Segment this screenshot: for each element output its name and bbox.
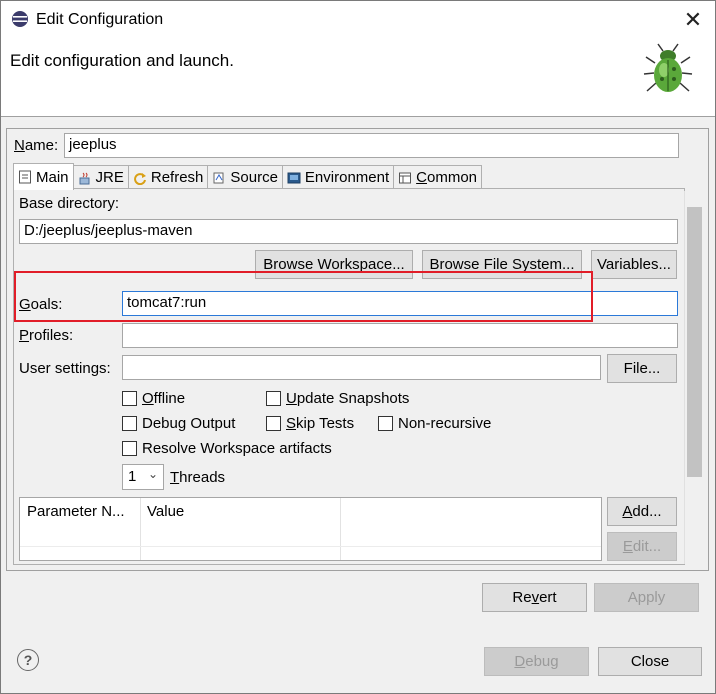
main-tab-icon xyxy=(19,170,31,184)
edit-button[interactable]: Edit... xyxy=(607,532,677,561)
revert-button[interactable]: Revert xyxy=(482,583,587,612)
title-bar: Edit Configuration ✕ xyxy=(1,1,715,39)
source-tab-icon xyxy=(213,172,224,183)
offline-label: Offline xyxy=(142,390,186,407)
debug-button[interactable]: Debug xyxy=(484,647,589,676)
debug-bug-icon xyxy=(643,43,693,92)
close-icon: ✕ xyxy=(683,7,703,32)
base-directory-label: Base directory: xyxy=(19,195,120,212)
value-column: Value xyxy=(141,498,341,560)
tab-main-label: Main xyxy=(36,168,69,186)
user-settings-label: User settings: xyxy=(19,360,111,377)
name-field[interactable]: jeeplus xyxy=(64,133,679,158)
parameter-name-column: Parameter N... xyxy=(20,498,141,560)
tab-source-label: Source xyxy=(230,169,278,186)
profiles-field[interactable] xyxy=(122,323,678,348)
skip-tests-label: Skip Tests xyxy=(286,415,355,432)
name-label: Name: xyxy=(14,137,59,154)
user-settings-field[interactable] xyxy=(122,355,601,380)
debug-output-label: Debug Output xyxy=(142,415,236,432)
threads-select[interactable]: 1 ⌄ xyxy=(122,464,164,490)
tab-common[interactable]: Common xyxy=(393,165,483,189)
tab-common-label: Common xyxy=(416,169,478,186)
resolve-workspace-label: Resolve Workspace artifacts xyxy=(142,440,332,457)
common-tab-icon xyxy=(399,172,412,183)
close-button[interactable]: Close xyxy=(598,647,702,676)
scrollbar-thumb[interactable] xyxy=(687,207,702,477)
tab-refresh-label: Refresh xyxy=(150,169,204,186)
tab-environment[interactable]: Environment xyxy=(281,165,395,189)
tab-main[interactable]: Main xyxy=(13,163,74,190)
value-header[interactable]: Value xyxy=(147,503,184,520)
table-row-divider xyxy=(20,546,601,547)
vertical-scrollbar[interactable] xyxy=(684,191,703,564)
non-recursive-label: Non-recursive xyxy=(398,415,492,432)
apply-button[interactable]: Apply xyxy=(594,583,699,612)
tab-strip: Main JRE Refresh Source Environment Comm… xyxy=(13,163,483,190)
profiles-label: Profiles: xyxy=(19,327,74,344)
goals-highlight-box xyxy=(14,271,593,322)
header-banner: Edit configuration and launch. xyxy=(1,39,715,117)
tab-jre-label: JRE xyxy=(95,169,124,186)
non-recursive-checkbox[interactable]: Non-recursive xyxy=(378,415,491,432)
edit-configuration-dialog: Edit Configuration ✕ Edit configuration … xyxy=(0,0,716,694)
threads-label: Threads xyxy=(170,469,226,486)
close-window-button[interactable]: ✕ xyxy=(671,1,715,39)
revert-button-label: Revert xyxy=(512,589,557,606)
debug-output-checkbox-box[interactable] xyxy=(122,416,137,431)
tab-jre[interactable]: JRE xyxy=(72,165,129,189)
banner-message: Edit configuration and launch. xyxy=(10,51,234,70)
help-icon[interactable]: ? xyxy=(17,649,39,671)
update-snapshots-checkbox-box[interactable] xyxy=(266,391,281,406)
debug-button-label: Debug xyxy=(514,653,559,670)
debug-output-checkbox[interactable]: Debug Output xyxy=(122,415,235,432)
tab-source[interactable]: Source xyxy=(207,165,283,189)
offline-checkbox[interactable]: Offline xyxy=(122,390,185,407)
resolve-workspace-checkbox-box[interactable] xyxy=(122,441,137,456)
environment-tab-icon xyxy=(287,172,301,183)
edit-button-label: Edit... xyxy=(622,538,662,555)
window-title: Edit Configuration xyxy=(36,11,164,28)
non-recursive-checkbox-box[interactable] xyxy=(378,416,393,431)
file-button[interactable]: File... xyxy=(607,354,677,383)
add-button[interactable]: Add... xyxy=(607,497,677,526)
skip-tests-checkbox[interactable]: Skip Tests xyxy=(266,415,354,432)
base-directory-field[interactable]: D:/jeeplus/jeeplus-maven xyxy=(19,219,678,244)
refresh-tab-icon xyxy=(133,172,146,185)
offline-checkbox-box[interactable] xyxy=(122,391,137,406)
resolve-workspace-checkbox[interactable]: Resolve Workspace artifacts xyxy=(122,440,332,457)
update-snapshots-label: Update Snapshots xyxy=(286,390,410,407)
eclipse-app-icon xyxy=(12,11,28,27)
threads-select-value: 1 xyxy=(128,468,137,485)
tab-refresh[interactable]: Refresh xyxy=(127,165,209,189)
variables-button[interactable]: Variables... xyxy=(591,250,677,279)
parameter-name-header[interactable]: Parameter N... xyxy=(27,503,125,520)
add-button-label: Add... xyxy=(622,503,662,520)
tab-environment-label: Environment xyxy=(304,169,390,186)
parameters-table[interactable]: Parameter N... Value xyxy=(19,497,602,561)
skip-tests-checkbox-box[interactable] xyxy=(266,416,281,431)
update-snapshots-checkbox[interactable]: Update Snapshots xyxy=(266,390,409,407)
jre-tab-icon xyxy=(79,172,90,184)
chevron-down-icon: ⌄ xyxy=(148,467,159,481)
